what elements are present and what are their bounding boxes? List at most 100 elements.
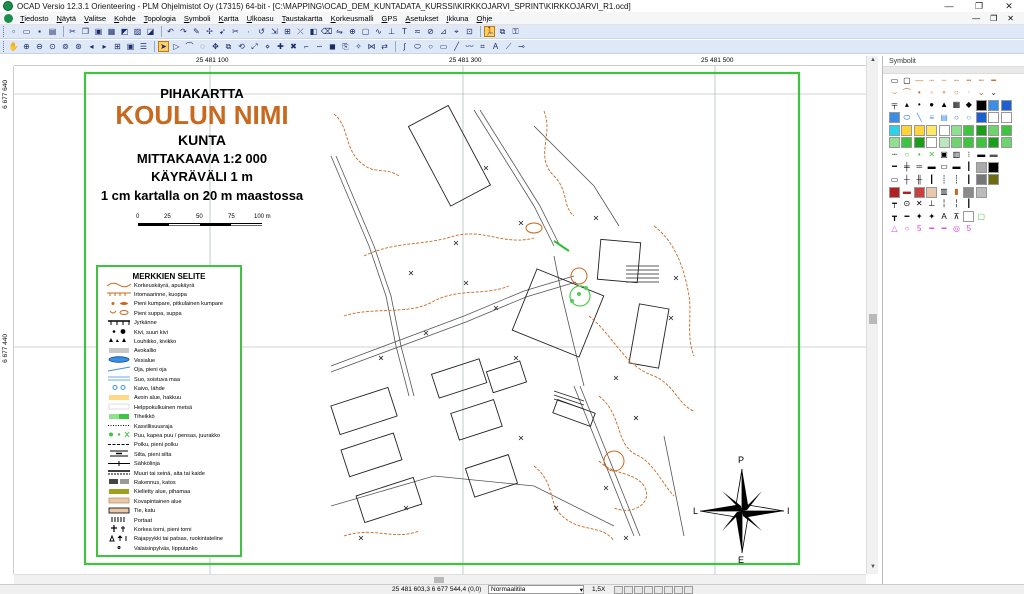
background-icon[interactable]: ▣ (125, 41, 136, 52)
symbol-swatch[interactable] (1001, 199, 1012, 210)
symbol-swatch[interactable]: • (914, 149, 925, 160)
symbol-swatch[interactable]: ╲ (914, 112, 925, 123)
symbol-swatch[interactable]: ▤ (939, 112, 950, 123)
symbol-swatch[interactable] (938, 136, 950, 148)
rotate-object-icon[interactable]: ⟲ (236, 41, 247, 52)
symbol-swatch[interactable]: ┉ (976, 75, 987, 86)
symbol-swatch[interactable] (1001, 75, 1012, 86)
map-canvas[interactable]: PIHAKARTTA KOULUN NIMI KUNTA MITTAKAAVA … (14, 66, 866, 574)
fill-object-icon[interactable]: ◼ (327, 41, 338, 52)
status-toggle-button[interactable] (674, 585, 683, 594)
symbol-swatch[interactable]: ▣ (939, 149, 950, 160)
symbol-swatch[interactable] (1001, 149, 1012, 160)
symbol-swatch[interactable] (988, 161, 1000, 173)
symbol-swatch[interactable]: ▬ (951, 162, 962, 173)
remove-vertex-icon[interactable]: ✖ (288, 41, 299, 52)
symbol-swatch[interactable]: ⁝ (963, 149, 974, 160)
symbol-swatch[interactable] (988, 199, 999, 210)
symbol-swatch[interactable]: ⬭ (901, 112, 912, 123)
draft-mode-icon[interactable]: ◩ (119, 26, 130, 37)
rectangle-mode-icon[interactable]: ▭ (438, 41, 449, 52)
symbol-swatch[interactable] (913, 186, 925, 198)
mdi-minimize-button[interactable]: — (972, 14, 980, 23)
symbol-swatch[interactable]: ⌄ (988, 87, 999, 98)
text-mode-icon[interactable]: A (490, 41, 501, 52)
corner-icon[interactable]: ⌐ (301, 41, 312, 52)
symbol-swatch[interactable]: ✦ (926, 211, 937, 222)
node-icon[interactable]: ✢ (204, 26, 215, 37)
symbol-swatch[interactable] (975, 174, 987, 186)
rotate-icon[interactable]: ↺ (256, 26, 267, 37)
window-icon[interactable]: ⧉ (497, 26, 508, 37)
symbol-swatch[interactable]: ○ (951, 87, 962, 98)
symbol-swatch[interactable] (938, 124, 950, 136)
status-toggle-button[interactable] (654, 585, 663, 594)
menu-valitse[interactable]: Valitse (80, 14, 110, 23)
symbol-swatch[interactable] (1001, 224, 1012, 235)
measure-icon[interactable]: ⊿ (438, 26, 449, 37)
symbol-swatch[interactable]: ┃ (963, 199, 974, 210)
symbol-swatch[interactable]: ═ (914, 162, 925, 173)
symbol-swatch[interactable]: ╎ (939, 199, 950, 210)
erase-icon[interactable]: ⌫ (321, 26, 332, 37)
symbol-swatch[interactable] (975, 186, 987, 198)
symbol-swatch[interactable]: ╌ (951, 75, 962, 86)
hatch-icon[interactable]: ▨ (132, 26, 143, 37)
symbol-swatch[interactable] (976, 224, 987, 235)
gradient-icon[interactable]: ◪ (145, 26, 156, 37)
layers-icon[interactable]: ☰ (138, 41, 149, 52)
symbol-swatch[interactable] (1001, 162, 1012, 173)
print-icon[interactable]: ▤ (47, 26, 58, 37)
new-file-icon[interactable]: ▫ (8, 26, 19, 37)
add-vertex-icon[interactable]: ✚ (275, 41, 286, 52)
symbol-swatch[interactable]: ┳ (889, 211, 900, 222)
text-tool-icon[interactable]: T (399, 26, 410, 37)
symbol-swatch[interactable] (1001, 87, 1012, 98)
symbol-swatch[interactable] (988, 224, 999, 235)
toolbar-grip[interactable] (3, 26, 6, 37)
symbol-swatch[interactable]: ∘ (939, 87, 950, 98)
symbol-swatch[interactable] (889, 112, 900, 124)
circle-mode-icon[interactable]: ○ (425, 41, 436, 52)
curve-icon[interactable]: ∽ (314, 41, 325, 52)
symbol-swatch[interactable] (988, 112, 1000, 124)
symbol-swatch[interactable] (901, 136, 913, 148)
menu-tiedosto[interactable]: Tiedosto (16, 14, 53, 23)
symbol-swatch[interactable]: ○ (963, 112, 974, 123)
symbol-swatch[interactable]: ▬ (988, 149, 999, 160)
measure-mode-icon[interactable]: ⊸ (516, 41, 527, 52)
numeric-icon[interactable]: ⌗ (477, 41, 488, 52)
symbol-swatch[interactable] (975, 124, 987, 136)
symbol-swatch[interactable]: 5 (914, 224, 925, 235)
status-toggle-button[interactable] (664, 585, 673, 594)
menu-ikkuna[interactable]: Ikkuna (442, 14, 472, 23)
menu-taustakartta[interactable]: Taustakartta (278, 14, 327, 23)
document-icon[interactable] (4, 13, 13, 23)
symbol-swatch[interactable]: ━ (988, 75, 999, 86)
cut-icon[interactable]: ✂ (67, 26, 78, 37)
status-toggle-button[interactable] (614, 585, 623, 594)
symbol-swatch[interactable]: ▴ (901, 100, 912, 111)
menu-kartta[interactable]: Kartta (215, 14, 243, 23)
menu-nayta[interactable]: Näytä (53, 14, 81, 23)
vertical-scroll-thumb[interactable] (869, 314, 877, 324)
menu-topologia[interactable]: Topologia (140, 14, 180, 23)
symbol-swatch[interactable] (975, 99, 987, 111)
reverse-icon[interactable]: ⇄ (379, 41, 390, 52)
symbol-swatch[interactable]: ⊙ (901, 199, 912, 210)
minimize-button[interactable]: — (934, 0, 964, 12)
horizontal-scrollbar[interactable] (14, 574, 866, 584)
undo-icon[interactable]: ↶ (165, 26, 176, 37)
symbol-swatch[interactable]: ⋅ (963, 87, 974, 98)
grid-icon[interactable]: ⊞ (112, 41, 123, 52)
symbol-swatch[interactable] (950, 136, 962, 148)
gap-icon[interactable]: ≂ (412, 26, 423, 37)
symbol-swatch[interactable] (963, 211, 975, 223)
symbol-swatch[interactable] (950, 124, 962, 136)
zoom-fit-icon[interactable]: ⊛ (73, 41, 84, 52)
menu-kohde[interactable]: Kohde (110, 14, 140, 23)
symbol-swatch[interactable] (975, 161, 987, 173)
arrow-icon[interactable]: ➹ (217, 26, 228, 37)
symbol-swatch[interactable]: ┈ (939, 75, 950, 86)
symbol-swatch[interactable]: ┃ (963, 162, 974, 173)
